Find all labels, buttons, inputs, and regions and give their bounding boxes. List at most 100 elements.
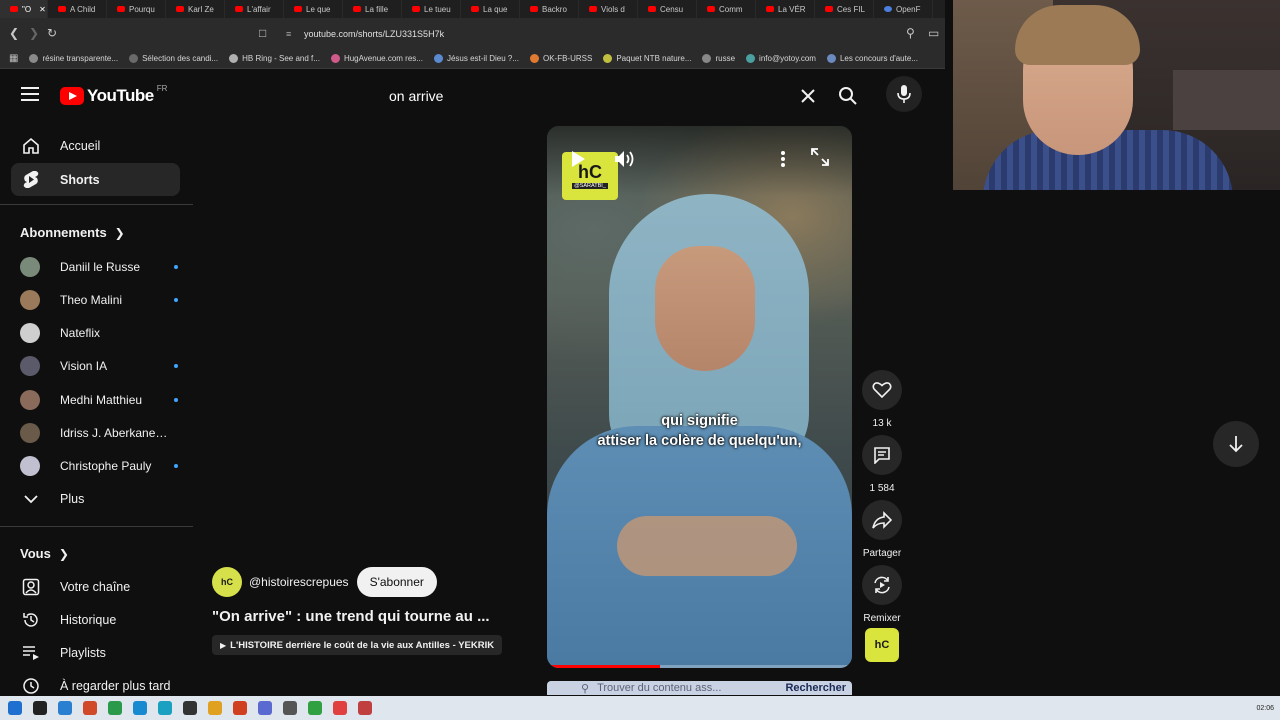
subscriptions-heading[interactable]: Abonnements ❯ <box>20 225 125 240</box>
browser-tab[interactable]: La que <box>461 0 520 18</box>
bookmark-item[interactable]: Les concours d'aute... <box>826 54 918 63</box>
sidebar-item-history[interactable]: Historique <box>11 603 180 636</box>
browser-tab[interactable]: L'affair <box>225 0 284 18</box>
share-action[interactable]: Partager <box>858 500 906 559</box>
browser-tab[interactable]: Le que <box>284 0 343 18</box>
short-title[interactable]: "On arrive" : une trend qui tourne au ..… <box>212 608 490 625</box>
subscription-item[interactable]: Christophe Pauly <box>11 450 180 483</box>
taskbar-app-icon[interactable] <box>358 701 372 715</box>
browser-tab[interactable]: Viols d <box>579 0 638 18</box>
taskbar-search-icon[interactable] <box>33 701 47 715</box>
browser-tab[interactable]: Censu <box>638 0 697 18</box>
next-short-button[interactable] <box>1213 421 1259 467</box>
shorts-player[interactable]: hC @SARATBI_ qui signifie attiser la col… <box>547 126 852 668</box>
remix-button[interactable] <box>862 565 902 605</box>
sound-thumbnail[interactable]: hC <box>865 628 899 662</box>
reload-icon[interactable]: ↻ <box>47 26 57 40</box>
url-text: youtube.com/shorts/LZU331S5H7k <box>304 28 445 39</box>
like-action[interactable]: 13 k <box>858 370 906 429</box>
subscription-item[interactable]: Daniil le Russe <box>11 250 180 283</box>
channel-avatar[interactable]: hC <box>212 567 242 597</box>
find-search-button[interactable]: Rechercher <box>785 682 846 694</box>
taskbar-app-icon[interactable] <box>258 701 272 715</box>
voice-search-button[interactable] <box>886 76 922 112</box>
bookmark-item[interactable]: Paquet NTB nature... <box>603 54 691 63</box>
browser-tab[interactable]: Le tueu <box>402 0 461 18</box>
taskbar-app-icon[interactable] <box>108 701 122 715</box>
volume-button[interactable] <box>613 148 637 170</box>
video-subject-hands <box>617 516 797 576</box>
bookmark-item[interactable]: Sélection des candi... <box>129 54 218 63</box>
browser-tab[interactable]: OpenF <box>874 0 933 18</box>
share-button[interactable] <box>862 500 902 540</box>
sidebar-item-more[interactable]: Plus <box>11 482 180 515</box>
menu-icon[interactable] <box>21 87 39 101</box>
back-icon[interactable]: ❮ <box>9 26 19 40</box>
subscription-item[interactable]: Idriss J. Aberkane, ... <box>11 417 180 450</box>
search-button[interactable] <box>834 82 862 110</box>
bookmark-item[interactable]: OK-FB-URSS <box>529 54 592 63</box>
sidebar-item-playlists[interactable]: Playlists <box>11 636 180 669</box>
comments-action[interactable]: 1 584 <box>858 435 906 494</box>
sidebar-item-your-channel[interactable]: Votre chaîne <box>11 570 180 603</box>
taskbar-app-icon[interactable] <box>333 701 347 715</box>
browser-tab[interactable]: Backro <box>520 0 579 18</box>
browser-tab[interactable]: Karl Ze <box>166 0 225 18</box>
browser-tab[interactable]: La VÉR <box>756 0 815 18</box>
play-button[interactable] <box>569 150 587 168</box>
browser-tab[interactable]: Ces FIL <box>815 0 874 18</box>
browser-tab[interactable]: A Child <box>48 0 107 18</box>
youtube-header: YouTube FR <box>0 70 945 122</box>
subscription-item[interactable]: Theo Malini <box>11 283 180 316</box>
bookmark-item[interactable]: résine transparente... <box>29 54 118 63</box>
taskbar-app-icon[interactable] <box>58 701 72 715</box>
subscription-item[interactable]: Vision IA <box>11 350 180 383</box>
browser-tab[interactable]: "O ✕ <box>0 0 48 18</box>
video-progress-bar[interactable] <box>547 665 852 668</box>
subscription-name: Medhi Matthieu <box>60 392 143 407</box>
search-input[interactable] <box>375 80 830 112</box>
bookmark-item[interactable]: HugAvenue.com res... <box>330 54 423 63</box>
browser-tab[interactable]: Pourqu <box>107 0 166 18</box>
screen-icon[interactable]: ▭ <box>928 26 939 40</box>
site-info-icon[interactable]: ≡ <box>286 29 291 39</box>
sidebar-item-home[interactable]: Accueil <box>11 129 180 162</box>
bookmark-item[interactable]: HB Ring - See and f... <box>229 54 320 63</box>
like-button[interactable] <box>862 370 902 410</box>
browser-tab[interactable]: La fille <box>343 0 402 18</box>
address-bar[interactable]: ≡ youtube.com/shorts/LZU331S5H7k <box>278 22 945 45</box>
taskbar-app-icon[interactable] <box>308 701 322 715</box>
zoom-icon[interactable]: ⚲ <box>906 26 915 40</box>
channel-handle[interactable]: @histoirescrepues <box>249 575 349 589</box>
bookmark-item[interactable]: Jésus est-il Dieu ?... <box>433 54 519 63</box>
subscribe-button[interactable]: S'abonner <box>356 567 437 597</box>
you-heading[interactable]: Vous ❯ <box>20 546 69 561</box>
clear-search-button[interactable] <box>796 84 820 108</box>
forward-icon[interactable]: ❯ <box>29 26 39 40</box>
remix-icon <box>874 576 890 594</box>
more-options-button[interactable] <box>773 148 793 170</box>
remix-action[interactable]: Remixer <box>858 565 906 624</box>
related-video-link[interactable]: ▶ L'HISTOIRE derrière le coût de la vie … <box>212 635 503 655</box>
taskbar-app-icon[interactable] <box>183 701 197 715</box>
start-menu-icon[interactable] <box>8 701 22 715</box>
taskbar-app-icon[interactable] <box>83 701 97 715</box>
bookmark-icon[interactable]: □ <box>259 26 266 40</box>
taskbar-app-icon[interactable] <box>133 701 147 715</box>
subscription-item[interactable]: Medhi Matthieu <box>11 383 180 416</box>
comments-button[interactable] <box>862 435 902 475</box>
taskbar-app-icon[interactable] <box>283 701 297 715</box>
bookmark-item[interactable]: info@yotoy.com <box>746 54 816 63</box>
subscription-item[interactable]: Nateflix <box>11 317 180 350</box>
taskbar-app-icon[interactable] <box>158 701 172 715</box>
bookmark-item[interactable]: russe <box>702 54 735 63</box>
apps-grid-icon[interactable]: ▦ <box>9 53 18 64</box>
browser-tab[interactable]: Comm <box>697 0 756 18</box>
sidebar-item-shorts[interactable]: Shorts <box>11 163 180 196</box>
taskbar-app-icon[interactable] <box>233 701 247 715</box>
close-tab-icon[interactable]: ✕ <box>39 5 46 14</box>
find-content-bar[interactable]: ⚲ Trouver du contenu ass... Rechercher <box>547 681 852 695</box>
taskbar-app-icon[interactable] <box>208 701 222 715</box>
youtube-logo[interactable]: YouTube FR <box>60 84 167 106</box>
fullscreen-button[interactable] <box>811 148 833 170</box>
